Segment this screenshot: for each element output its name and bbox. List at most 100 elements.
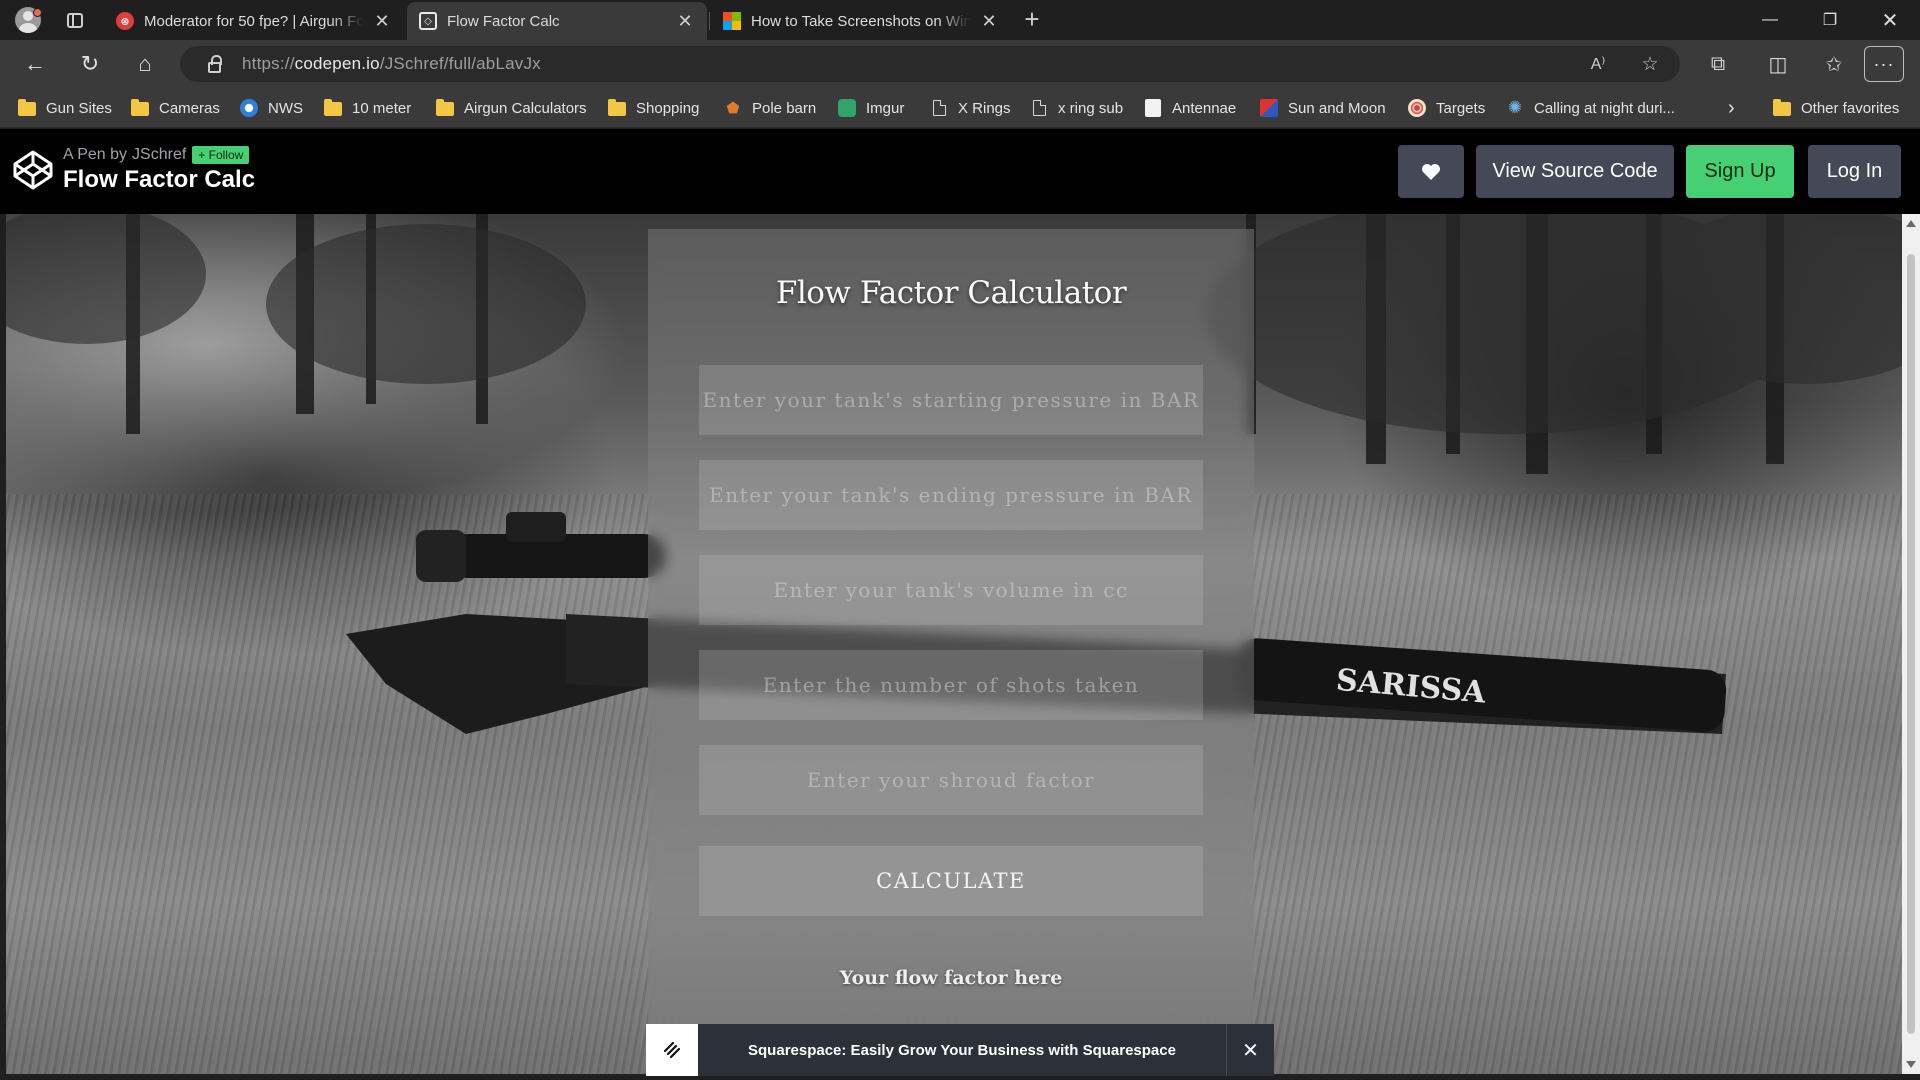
log-in-button[interactable]: Log In (1808, 145, 1901, 198)
favorite-star-icon[interactable]: ☆ (1632, 46, 1668, 82)
bookmark-gun-sites[interactable]: Gun Sites (18, 96, 112, 120)
bookmark-label: NWS (268, 99, 303, 117)
refresh-button[interactable]: ↻ (73, 48, 107, 80)
bookmark-x-ring-sub[interactable]: x ring sub (1030, 96, 1123, 120)
squarespace-ad-banner[interactable]: Squarespace: Easily Grow Your Business w… (646, 1024, 1274, 1076)
bookmark-label: Cameras (159, 99, 220, 117)
scrollbar-thumb[interactable] (1907, 254, 1915, 1034)
pen-byline: A Pen by JSchref + Follow (63, 146, 255, 164)
calculator-title: Flow Factor Calculator (775, 275, 1127, 311)
bookmark-targets[interactable]: Targets (1408, 96, 1485, 120)
sign-up-button[interactable]: Sign Up (1686, 145, 1794, 198)
nws-icon (240, 99, 258, 117)
bookmark-airgun-calculators[interactable]: Airgun Calculators (436, 96, 587, 120)
bookmark-10-meter[interactable]: 10 meter (324, 96, 411, 120)
url-text: https://codepen.io/JSchref/full/abLavJx (242, 54, 541, 73)
tab-screenshots[interactable]: How to Take Screenshots on Windows ✕ (711, 2, 1011, 40)
bookmark-antennae[interactable]: Antennae (1144, 96, 1236, 120)
bookmark-label: Other favorites (1801, 99, 1900, 117)
folder-icon (18, 99, 36, 116)
bookmark-shopping[interactable]: Shopping (608, 96, 699, 120)
tab-title: Moderator for 50 fpe? | Airgun Forum (144, 12, 364, 30)
tank-volume-input[interactable] (699, 555, 1203, 625)
browser-toolbar: ← ↻ ⌂ https://codepen.io/JSchref/full/ab… (0, 40, 1920, 88)
page-icon (1032, 100, 1046, 116)
close-icon[interactable]: ✕ (675, 11, 695, 32)
folder-icon (436, 99, 454, 116)
more-options-button[interactable]: ··· (1864, 46, 1904, 82)
shots-taken-input[interactable] (699, 650, 1203, 720)
lock-icon[interactable] (200, 54, 228, 73)
tab-title: Flow Factor Calc (447, 12, 560, 30)
byline-prefix: A Pen by (63, 146, 128, 163)
bookmarks-overflow-chevron-icon[interactable]: › (1728, 96, 1735, 120)
bookmark-label: Sun and Moon (1288, 99, 1386, 117)
folder-icon (131, 99, 149, 116)
tab-actions-icon (67, 12, 83, 28)
codepen-favicon-icon: ◇ (419, 12, 437, 30)
close-window-button[interactable]: ✕ (1860, 0, 1920, 40)
restore-button[interactable]: ❐ (1800, 0, 1860, 40)
calculate-button[interactable]: CALCULATE (699, 846, 1203, 916)
bookmark-pole-barn[interactable]: ⬟ Pole barn (724, 96, 816, 120)
forum-favicon-icon: ⊛ (116, 12, 134, 30)
microsoft-favicon-icon (723, 12, 741, 30)
codepen-logo-icon[interactable] (12, 149, 54, 191)
bookmark-cameras[interactable]: Cameras (131, 96, 220, 120)
shroud-factor-input[interactable] (699, 745, 1203, 815)
bookmark-label: x ring sub (1058, 99, 1124, 117)
split-screen-icon[interactable]: ◫ (1760, 48, 1796, 80)
gear-icon: ✺ (1507, 98, 1523, 117)
profile-avatar[interactable] (12, 6, 44, 34)
bookmark-label: Gun Sites (46, 99, 112, 117)
tab-flow-factor-calc[interactable]: ◇ Flow Factor Calc ✕ (407, 2, 707, 40)
extensions-icon[interactable]: ⧉ (1700, 48, 1736, 80)
bookmark-imgur[interactable]: Imgur (838, 96, 904, 120)
imgur-icon (838, 99, 856, 117)
bookmarks-bar: Gun Sites Cameras NWS 10 meter Airgun Ca… (0, 88, 1920, 128)
heart-icon (1422, 163, 1440, 180)
bookmark-label: 10 meter (352, 99, 412, 117)
tab-separator (709, 12, 710, 30)
bookmark-sun-and-moon[interactable]: Sun and Moon (1260, 96, 1386, 120)
heart-button[interactable] (1398, 145, 1464, 198)
bookmark-label: Antennae (1172, 99, 1237, 117)
new-tab-button[interactable]: + (1018, 6, 1046, 34)
close-icon[interactable]: ✕ (979, 11, 999, 32)
scroll-up-arrow-icon[interactable] (1906, 220, 1916, 227)
bookmark-x-rings[interactable]: X Rings (930, 96, 1011, 120)
back-button[interactable]: ← (18, 48, 52, 80)
antennae-icon (1145, 99, 1161, 117)
tab-strip: ⊛ Moderator for 50 fpe? | Airgun Forum ✕… (0, 0, 1920, 40)
follow-button[interactable]: + Follow (192, 146, 250, 164)
sun-moon-icon (1260, 99, 1278, 117)
tab-title: How to Take Screenshots on Windows (751, 12, 971, 30)
bookmark-nws[interactable]: NWS (240, 96, 303, 120)
folder-icon (608, 99, 626, 116)
bookmark-other-favorites[interactable]: Other favorites (1773, 96, 1899, 120)
favorites-icon[interactable]: ✩ (1816, 48, 1852, 80)
read-aloud-icon[interactable]: A⁾ (1580, 46, 1616, 82)
bookmark-label: Imgur (866, 99, 905, 117)
tab-actions-button[interactable] (62, 8, 88, 32)
ending-pressure-input[interactable] (699, 460, 1203, 530)
view-source-button[interactable]: View Source Code (1476, 145, 1674, 198)
close-icon[interactable]: ✕ (372, 11, 392, 32)
address-bar[interactable]: https://codepen.io/JSchref/full/abLavJx … (180, 46, 1680, 82)
starting-pressure-input[interactable] (699, 365, 1203, 435)
scroll-down-arrow-icon[interactable] (1906, 1061, 1916, 1068)
bookmark-label: X Rings (958, 99, 1011, 117)
bookmark-calling-at-night[interactable]: ✺ Calling at night duri... (1506, 96, 1675, 120)
pole-barn-icon: ⬟ (726, 100, 740, 117)
author-link[interactable]: JSchref (132, 146, 186, 164)
tab-airgun-forum[interactable]: ⊛ Moderator for 50 fpe? | Airgun Forum ✕ (104, 2, 404, 40)
home-button[interactable]: ⌂ (128, 48, 162, 80)
ad-text[interactable]: Squarespace: Easily Grow Your Business w… (698, 1042, 1226, 1059)
minimize-button[interactable]: — (1740, 0, 1800, 40)
vertical-scrollbar[interactable] (1902, 214, 1920, 1074)
pen-meta: A Pen by JSchref + Follow Flow Factor Ca… (63, 146, 255, 194)
notification-dot (33, 8, 42, 17)
ad-close-icon[interactable]: ✕ (1226, 1024, 1274, 1076)
folder-icon (1773, 99, 1791, 116)
bookmark-label: Shopping (636, 99, 700, 117)
